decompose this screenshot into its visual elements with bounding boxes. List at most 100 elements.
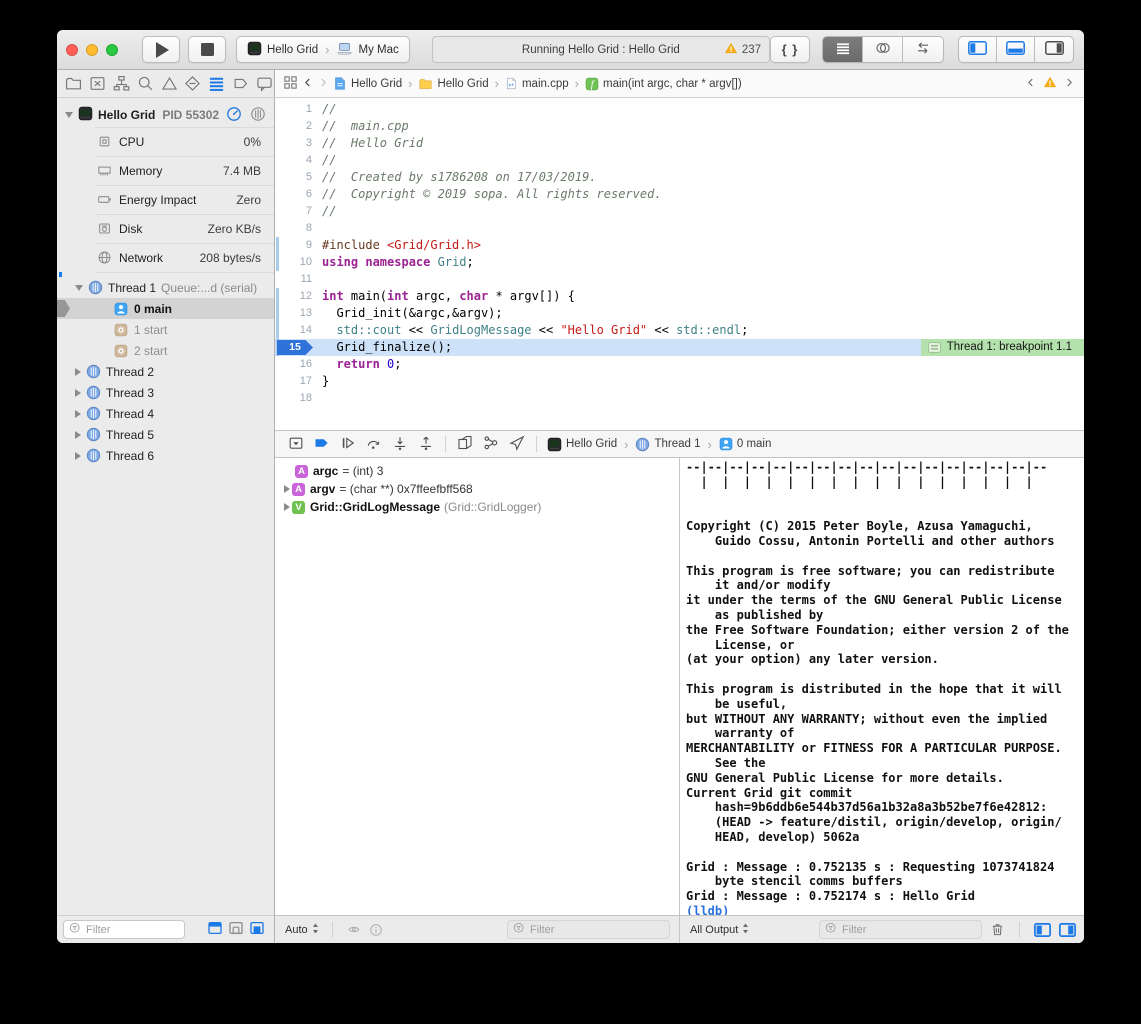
disclosure-triangle[interactable] [75, 431, 81, 439]
toggle-navigator-button[interactable] [959, 37, 997, 62]
code-line[interactable]: 13 Grid_init(&argc,&argv); [275, 305, 1084, 322]
line-number[interactable]: 12 [275, 288, 312, 305]
navigator-filter-input[interactable]: Filter [63, 920, 185, 939]
project-navigator-button[interactable] [64, 74, 83, 94]
variable-row[interactable]: Aargc= (int) 3 [275, 462, 679, 480]
disclosure-triangle[interactable] [75, 285, 83, 291]
disclosure-triangle[interactable] [75, 368, 81, 376]
view-mode-icon[interactable] [250, 106, 266, 125]
filter-running-icon[interactable] [207, 920, 223, 939]
console-output[interactable]: --|--|--|--|--|--|--|--|--|--|--|--|--|-… [680, 458, 1084, 915]
disclosure-triangle[interactable] [75, 452, 81, 460]
variable-row[interactable]: Aargv= (char **) 0x7ffeefbff568 [275, 480, 679, 498]
line-number[interactable]: 4 [275, 152, 312, 169]
toggle-variables-pane-button[interactable] [1034, 923, 1051, 937]
assistant-editor-button[interactable] [863, 37, 903, 62]
line-number[interactable]: 6 [275, 186, 312, 203]
breadcrumb-item[interactable]: c+main.cpp [505, 76, 569, 91]
debug-location-item[interactable]: Hello Grid [547, 437, 617, 452]
line-number[interactable]: 16 [275, 356, 312, 373]
breadcrumb-item[interactable]: Hello Grid [418, 77, 488, 91]
filter-flagged-icon[interactable] [228, 920, 244, 939]
debug-location-item[interactable]: 0 main [719, 437, 772, 451]
toggle-inspector-button[interactable] [1035, 37, 1073, 62]
standard-editor-button[interactable] [823, 37, 863, 62]
breakpoint-status-badge[interactable]: Thread 1: breakpoint 1.1 [921, 339, 1084, 356]
find-navigator-button[interactable] [136, 74, 155, 94]
disclosure-triangle[interactable] [65, 112, 73, 118]
line-number[interactable]: 14 [275, 322, 312, 339]
line-number[interactable]: 17 [275, 373, 312, 390]
code-line[interactable]: 2// main.cpp [275, 118, 1084, 135]
test-navigator-button[interactable] [183, 74, 202, 94]
filter-stacks-icon[interactable] [249, 920, 265, 939]
process-row[interactable]: Hello Grid PID 55302 [57, 103, 274, 127]
line-number[interactable]: 2 [275, 118, 312, 135]
line-number[interactable]: 11 [275, 271, 312, 288]
step-into-button[interactable] [387, 434, 413, 454]
close-window-button[interactable] [66, 44, 78, 56]
scheme-selector[interactable]: Hello Grid › My Mac [236, 36, 410, 63]
version-editor-button[interactable] [903, 37, 943, 62]
line-number[interactable]: 13 [275, 305, 312, 322]
thread-row[interactable]: Thread 5 [57, 424, 274, 445]
line-number[interactable]: 1 [275, 101, 312, 118]
source-editor[interactable]: 1//2// main.cpp3// Hello Grid4//5// Crea… [275, 98, 1084, 430]
breakpoint-navigator-button[interactable] [231, 74, 250, 94]
line-number[interactable]: 8 [275, 220, 312, 237]
previous-issue-button[interactable] [1026, 76, 1036, 92]
disclosure-triangle[interactable] [75, 389, 81, 397]
breadcrumb-item[interactable]: Hello Grid [333, 76, 402, 91]
disclosure-triangle[interactable] [284, 503, 290, 511]
line-number[interactable]: 7 [275, 203, 312, 220]
breakpoints-toggle-button[interactable] [309, 434, 335, 454]
code-line[interactable]: 7// [275, 203, 1084, 220]
issue-navigator-button[interactable] [160, 74, 179, 94]
code-line[interactable]: 11 [275, 271, 1084, 288]
code-line[interactable]: 8 [275, 220, 1084, 237]
code-line[interactable]: 10using namespace Grid; [275, 254, 1084, 271]
stack-frame-row[interactable]: 2 start [57, 340, 274, 361]
related-items-icon[interactable] [283, 75, 298, 93]
zoom-window-button[interactable] [106, 44, 118, 56]
code-line[interactable]: 6// Copyright © 2019 sopa. All rights re… [275, 186, 1084, 203]
console-output-select[interactable]: All Output [690, 923, 749, 937]
code-line[interactable]: 15 Grid_finalize();Thread 1: breakpoint … [275, 339, 1084, 356]
profile-gauge-icon[interactable] [226, 106, 242, 125]
code-line[interactable]: 3// Hello Grid [275, 135, 1084, 152]
lldb-prompt[interactable]: (lldb) [686, 904, 1084, 915]
disclosure-triangle[interactable] [284, 485, 290, 493]
source-control-navigator-button[interactable] [88, 74, 107, 94]
code-line[interactable]: 17} [275, 373, 1084, 390]
thread-row[interactable]: Thread 4 [57, 403, 274, 424]
thread-row[interactable]: Thread 6 [57, 445, 274, 466]
forward-button[interactable] [318, 76, 328, 92]
stop-button[interactable] [188, 36, 226, 63]
step-over-button[interactable] [361, 434, 387, 454]
thread-row[interactable]: Thread 1Queue:...d (serial) [57, 277, 274, 298]
stat-row-memory[interactable]: Memory7.4 MB [57, 156, 274, 185]
code-line[interactable]: 16 return 0; [275, 356, 1084, 373]
next-issue-button[interactable] [1064, 76, 1074, 92]
stack-frame-row[interactable]: 0 main [57, 298, 274, 319]
line-number[interactable]: 5 [275, 169, 312, 186]
breadcrumb-item[interactable]: fmain(int argc, char * argv[]) [585, 77, 742, 91]
stat-row-disk[interactable]: DiskZero KB/s [57, 214, 274, 243]
clear-console-button[interactable] [990, 922, 1005, 937]
stat-row-energy-impact[interactable]: Energy ImpactZero [57, 185, 274, 214]
hide-debug-area-button[interactable] [283, 434, 309, 454]
run-button[interactable] [142, 36, 180, 63]
line-number[interactable]: 10 [275, 254, 312, 271]
step-out-button[interactable] [413, 434, 439, 454]
line-number[interactable]: 3 [275, 135, 312, 152]
stat-row-cpu[interactable]: CPU0% [57, 127, 274, 156]
back-button[interactable] [303, 76, 313, 92]
toggle-console-pane-button[interactable] [1059, 923, 1076, 937]
memory-graph-button[interactable] [478, 434, 504, 454]
code-line[interactable]: 4// [275, 152, 1084, 169]
code-line[interactable]: 14 std::cout << GridLogMessage << "Hello… [275, 322, 1084, 339]
info-icon[interactable] [369, 923, 383, 937]
code-line[interactable]: 9#include <Grid/Grid.h> [275, 237, 1084, 254]
stack-frame-row[interactable]: 1 start [57, 319, 274, 340]
code-line[interactable]: 1// [275, 101, 1084, 118]
